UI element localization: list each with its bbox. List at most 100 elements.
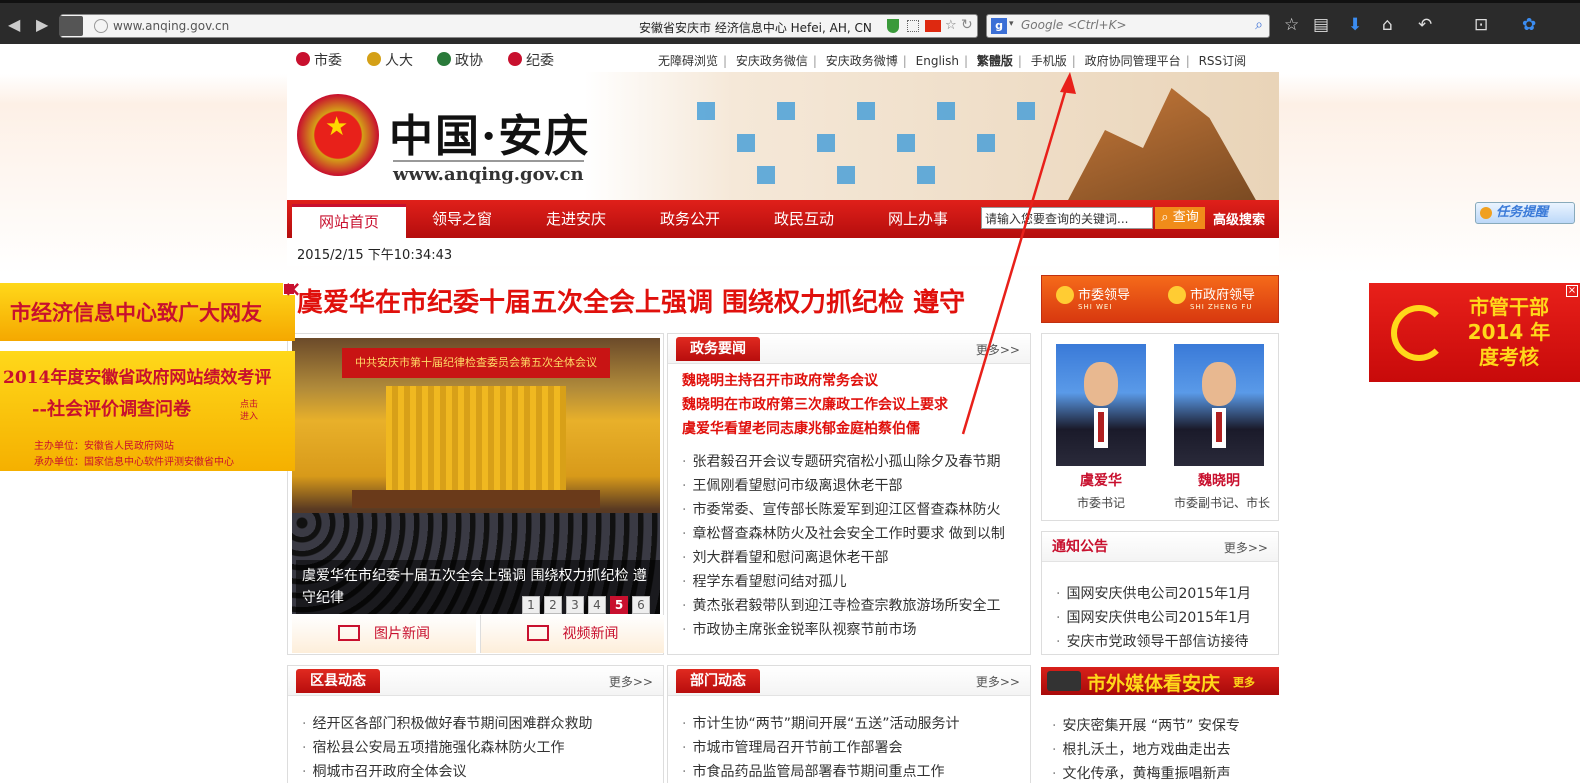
photo-page-6[interactable]: 6 — [632, 596, 650, 614]
floating-ad-netizens[interactable]: 市经济信息中心致广大网友 × — [0, 279, 302, 341]
list-item[interactable]: 市计生协“两节”期间开展“五送”活动服务计 — [682, 712, 1022, 736]
home-icon[interactable]: ⌂ — [1382, 15, 1393, 35]
notice-title[interactable]: 通知公告 — [1050, 535, 1110, 559]
url-text[interactable]: www.anqing.gov.cn — [113, 19, 229, 33]
advanced-search-link[interactable]: 高级搜索 — [1213, 209, 1265, 228]
list-item[interactable]: 市委常委、宣传部长陈爱军到迎江区督查森林防火 — [682, 498, 1022, 522]
util-link-mobile[interactable]: 手机版 — [1031, 54, 1067, 68]
util-link-english[interactable]: English — [916, 54, 959, 68]
top-link-jiwei[interactable]: 纪委 — [508, 50, 554, 70]
util-link-traditional[interactable]: 繁體版 — [977, 54, 1013, 68]
list-item[interactable]: 文化传承，黄梅重振唱新声 — [1052, 762, 1272, 783]
scrolling-headline[interactable]: 虞爱华在市纪委十届五次全会上强调 围绕权力抓纪检 遵守 — [297, 282, 1033, 318]
tab-party-leaders[interactable]: 市委领导 SHI WEI — [1056, 284, 1130, 311]
qr-code-icon[interactable] — [907, 20, 919, 32]
list-item[interactable]: 桐城市召开政府全体会议 — [302, 760, 652, 783]
list-item[interactable]: 章松督查森林防火及社会安全工作时要求 做到以制 — [682, 522, 1022, 546]
leader-name[interactable]: 魏晓明 — [1174, 470, 1264, 490]
crop-icon[interactable]: ⊡ — [1474, 15, 1488, 35]
leader-card[interactable]: 魏晓明 市委副书记、市长 — [1174, 344, 1270, 511]
list-item[interactable]: 国网安庆供电公司2015年1月 — [1056, 582, 1276, 606]
browser-search-box[interactable]: g ▾ ⌕ — [986, 14, 1270, 38]
flag-icon[interactable] — [925, 20, 941, 32]
national-emblem-logo[interactable]: ★ — [297, 94, 379, 176]
shield-icon[interactable] — [887, 19, 899, 33]
nav-leaders[interactable]: 领导之窗 — [405, 200, 519, 238]
list-item[interactable]: 安庆市党政领导干部信访接待 — [1056, 630, 1276, 654]
tab-video-news[interactable]: 视频新闻 — [480, 615, 664, 653]
notice-more[interactable]: 更多>> — [1224, 539, 1268, 556]
dept-news-title[interactable]: 部门动态 — [676, 669, 760, 693]
top-link-renda[interactable]: 人大 — [367, 50, 413, 70]
site-logo-title[interactable]: 中国·安庆 — [389, 100, 590, 164]
tab-gov-leaders[interactable]: 市政府领导 SHI ZHENG FU — [1168, 284, 1255, 311]
photo-page-4[interactable]: 4 — [588, 596, 606, 614]
photo-page-3[interactable]: 3 — [566, 596, 584, 614]
list-item[interactable]: 根扎沃土，地方戏曲走出去 — [1052, 738, 1272, 762]
google-icon[interactable]: g — [991, 18, 1007, 34]
list-item[interactable]: 张君毅召开会议专题研究宿松小孤山除夕及春节期 — [682, 450, 1022, 474]
top-link-shiwei[interactable]: 市委 — [296, 50, 342, 70]
leader-name[interactable]: 虞爱华 — [1056, 470, 1146, 490]
site-search-button[interactable]: ⌕ 查询 — [1155, 207, 1205, 229]
list-item[interactable]: 安庆密集开展 “两节” 安保专 — [1052, 714, 1272, 738]
gov-news-title[interactable]: 政务要闻 — [676, 337, 760, 361]
featured-news-item[interactable]: 虞爱华看望老同志康兆郁金庭柏蔡伯儒 — [682, 417, 948, 441]
floating-ad-cadre-review[interactable]: 市管干部 2014 年度考核 × — [1369, 283, 1580, 382]
search-icon[interactable]: ⌕ — [1255, 17, 1263, 33]
chevron-down-icon[interactable]: ▾ — [1009, 19, 1014, 29]
floating-ad-survey[interactable]: 2014年度安徽省政府网站绩效考评 --社会评价调查问卷 点击进入 主办单位：安… — [0, 351, 295, 471]
top-link-zhengxie[interactable]: 政协 — [437, 50, 483, 70]
ad-enter-hint[interactable]: 点击进入 — [240, 399, 260, 423]
browser-search-input[interactable] — [1021, 18, 1241, 32]
leader-photo[interactable] — [1174, 344, 1264, 466]
list-item[interactable]: 宿松县公安局五项措施强化森林防火工作 — [302, 736, 652, 760]
list-item[interactable]: 市城市管理局召开节前工作部署会 — [682, 736, 1022, 760]
util-link-weibo[interactable]: 安庆政务微博 — [826, 54, 898, 68]
photo-page-2[interactable]: 2 — [544, 596, 562, 614]
leader-card[interactable]: 虞爱华 市委书记 — [1056, 344, 1146, 511]
util-link-collab-platform[interactable]: 政府协同管理平台 — [1085, 54, 1181, 68]
close-icon[interactable]: × — [1566, 285, 1578, 297]
dept-news-more[interactable]: 更多>> — [976, 673, 1020, 690]
extension-icon[interactable]: ✿ — [1522, 15, 1536, 35]
site-search-input[interactable] — [981, 207, 1153, 229]
gov-news-more[interactable]: 更多>> — [976, 341, 1020, 358]
nav-online-services[interactable]: 网上办事 — [861, 200, 975, 238]
bookmark-icon[interactable]: ☆ — [1284, 15, 1299, 35]
list-item[interactable]: 经开区各部门积极做好春节期间困难群众救助 — [302, 712, 652, 736]
list-item[interactable]: 国网安庆供电公司2015年1月 — [1056, 606, 1276, 630]
list-item[interactable]: 市政协主席张金锐率队视察节前市场 — [682, 618, 1022, 642]
undo-icon[interactable]: ↶ — [1418, 15, 1432, 35]
list-item[interactable]: 刘大群看望和慰问离退休老干部 — [682, 546, 1022, 570]
reload-icon[interactable]: ↻ — [961, 17, 973, 33]
photo-page-1[interactable]: 1 — [522, 596, 540, 614]
reader-icon[interactable]: ▤ — [1313, 15, 1329, 35]
address-bar[interactable]: www.anqing.gov.cn 安徽省安庆市 经济信息中心 Hefei, A… — [59, 14, 978, 38]
back-icon[interactable]: ◀ — [8, 15, 20, 34]
list-item[interactable]: 程学东看望慰问结对孤儿 — [682, 570, 1022, 594]
nav-about-anqing[interactable]: 走进安庆 — [519, 200, 633, 238]
nav-home[interactable]: 网站首页 — [292, 204, 406, 238]
media-title[interactable]: 市外媒体看安庆 — [1087, 669, 1220, 696]
nav-interaction[interactable]: 政民互动 — [747, 200, 861, 238]
featured-news-item[interactable]: 魏晓明在市政府第三次廉政工作会议上要求 — [682, 393, 948, 417]
download-icon[interactable]: ⬇ — [1348, 15, 1362, 35]
task-reminder-button[interactable]: 任务提醒 — [1475, 202, 1575, 224]
photo-news-image[interactable]: 中共安庆市第十届纪律检查委员会第五次全体会议 虞爱华在市纪委十届五次全会上强调 … — [292, 338, 660, 614]
leader-photo[interactable] — [1056, 344, 1146, 466]
close-icon[interactable]: × — [283, 279, 302, 300]
tab-picture-news[interactable]: 图片新闻 — [292, 615, 476, 653]
media-more[interactable]: 更多 — [1233, 674, 1255, 690]
util-link-rss[interactable]: RSS订阅 — [1199, 54, 1247, 68]
featured-news-item[interactable]: 魏晓明主持召开市政府常务会议 — [682, 369, 948, 393]
list-item[interactable]: 王佩刚看望慰问市级离退休老干部 — [682, 474, 1022, 498]
bookmark-star-icon[interactable]: ☆ — [945, 18, 957, 33]
list-item[interactable]: 黄杰张君毅带队到迎江寺检查宗教旅游场所安全工 — [682, 594, 1022, 618]
county-news-title[interactable]: 区县动态 — [296, 669, 380, 693]
util-link-wechat[interactable]: 安庆政务微信 — [736, 54, 808, 68]
forward-icon[interactable]: ▶ — [36, 15, 48, 34]
list-item[interactable]: 市食品药品监管局部署春节期间重点工作 — [682, 760, 1022, 783]
util-link-accessibility[interactable]: 无障碍浏览 — [658, 54, 718, 68]
photo-page-5[interactable]: 5 — [610, 596, 628, 614]
